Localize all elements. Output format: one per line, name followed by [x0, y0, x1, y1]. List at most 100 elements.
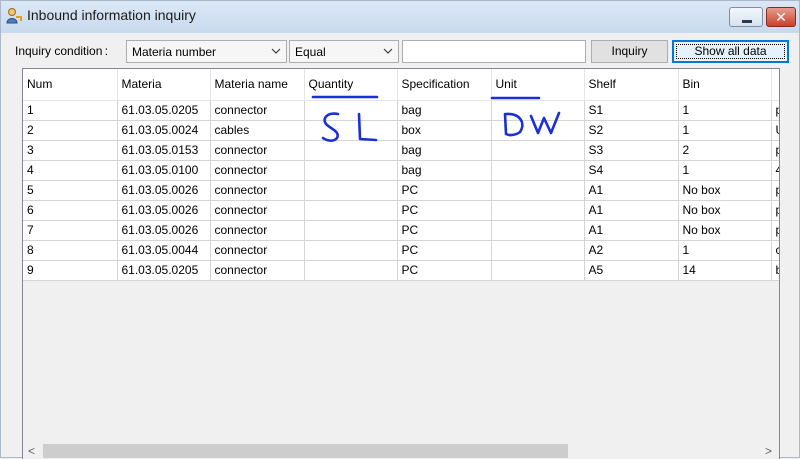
column-header-quantity[interactable]: Quantity — [304, 69, 398, 101]
table-row[interactable]: 661.03.05.0026connector PC A1No boxp — [23, 200, 779, 221]
table-cell[interactable] — [491, 100, 585, 121]
field-select[interactable]: Materia number — [126, 40, 287, 63]
table-cell[interactable]: bag — [397, 100, 492, 121]
table-cell[interactable]: S4 — [584, 160, 679, 181]
table-cell[interactable]: connector — [210, 260, 305, 281]
operator-select[interactable]: Equal — [289, 40, 399, 63]
table-cell[interactable]: connector — [210, 220, 305, 241]
column-header-materia[interactable]: Materia — [117, 69, 211, 101]
column-header-bin[interactable]: Bin — [678, 69, 772, 101]
table-cell[interactable] — [491, 180, 585, 201]
table-cell[interactable]: 1 — [678, 100, 772, 121]
arrow-left-icon[interactable]: < — [28, 445, 35, 457]
table-cell[interactable]: S2 — [584, 120, 679, 141]
table-cell[interactable] — [304, 160, 398, 181]
table-cell[interactable]: 7 — [23, 220, 118, 241]
column-header-overflow[interactable] — [771, 69, 779, 101]
table-cell[interactable]: 9 — [23, 260, 118, 281]
table-cell[interactable]: 61.03.05.0026 — [117, 180, 211, 201]
table-cell[interactable]: A2 — [584, 240, 679, 261]
table-cell[interactable]: cables — [210, 120, 305, 141]
table-cell[interactable]: 1 — [678, 120, 772, 141]
table-cell[interactable]: 4 — [23, 160, 118, 181]
table-cell[interactable]: 2 — [23, 120, 118, 141]
table-cell[interactable]: p — [771, 140, 779, 161]
table-cell[interactable]: 61.03.05.0153 — [117, 140, 211, 161]
table-cell[interactable]: 61.03.05.0026 — [117, 200, 211, 221]
column-header-materia-name[interactable]: Materia name — [210, 69, 305, 101]
table-cell[interactable]: No box — [678, 180, 772, 201]
table-cell[interactable]: 61.03.05.0026 — [117, 220, 211, 241]
table-cell[interactable]: connector — [210, 200, 305, 221]
table-cell[interactable]: 4 — [771, 160, 779, 181]
table-cell[interactable]: No box — [678, 220, 772, 241]
table-cell[interactable]: PC — [397, 180, 492, 201]
table-cell[interactable]: 14 — [678, 260, 772, 281]
table-cell[interactable] — [491, 140, 585, 161]
table-cell[interactable]: connector — [210, 240, 305, 261]
table-cell[interactable]: 8 — [23, 240, 118, 261]
table-cell[interactable]: connector — [210, 180, 305, 201]
table-cell[interactable]: S3 — [584, 140, 679, 161]
table-row[interactable]: 761.03.05.0026connector PC A1No boxp — [23, 220, 779, 241]
table-cell[interactable]: connector — [210, 140, 305, 161]
table-cell[interactable]: U — [771, 120, 779, 141]
table-cell[interactable]: p — [771, 180, 779, 201]
table-cell[interactable]: 61.03.05.0205 — [117, 260, 211, 281]
table-cell[interactable]: A1 — [584, 220, 679, 241]
table-row[interactable]: 961.03.05.0205connector PC A514b — [23, 260, 779, 281]
inbound-data-grid[interactable]: Num Materia Materia name Quantity Specif… — [22, 68, 780, 459]
minimize-button[interactable] — [729, 7, 763, 27]
table-cell[interactable]: p — [771, 220, 779, 241]
table-cell[interactable]: 61.03.05.0024 — [117, 120, 211, 141]
table-cell[interactable]: A5 — [584, 260, 679, 281]
table-row[interactable]: 261.03.05.0024cables box S21U — [23, 120, 779, 141]
close-button[interactable]: ✕ — [766, 7, 796, 27]
table-cell[interactable]: connector — [210, 100, 305, 121]
table-cell[interactable] — [491, 120, 585, 141]
table-cell[interactable]: b — [771, 260, 779, 281]
table-cell[interactable]: 2 — [678, 140, 772, 161]
table-row[interactable]: 861.03.05.0044connector PC A21c — [23, 240, 779, 261]
column-header-shelf[interactable]: Shelf — [584, 69, 679, 101]
table-cell[interactable]: 3 — [23, 140, 118, 161]
table-cell[interactable] — [304, 240, 398, 261]
table-cell[interactable]: 1 — [678, 160, 772, 181]
table-row[interactable]: 461.03.05.0100connectorbagS414 — [23, 160, 779, 181]
table-cell[interactable] — [491, 160, 585, 181]
table-cell[interactable]: 1 — [23, 100, 118, 121]
inquiry-button[interactable]: Inquiry — [591, 40, 668, 63]
table-cell[interactable]: c — [771, 240, 779, 261]
table-cell[interactable]: 1 — [678, 240, 772, 261]
table-cell[interactable]: bag — [397, 160, 492, 181]
table-cell[interactable]: PC — [397, 240, 492, 261]
table-cell[interactable]: A1 — [584, 200, 679, 221]
table-cell[interactable]: PC — [397, 220, 492, 241]
table-cell[interactable] — [304, 260, 398, 281]
table-cell[interactable] — [491, 240, 585, 261]
table-cell[interactable] — [304, 180, 398, 201]
scrollbar-thumb[interactable] — [43, 444, 568, 458]
table-cell[interactable]: No box — [678, 200, 772, 221]
table-cell[interactable]: p — [771, 200, 779, 221]
arrow-right-icon[interactable]: > — [765, 445, 772, 457]
table-cell[interactable]: box — [397, 120, 492, 141]
table-cell[interactable]: p — [771, 100, 779, 121]
table-cell[interactable] — [491, 200, 585, 221]
table-cell[interactable]: connector — [210, 160, 305, 181]
search-input[interactable] — [402, 40, 586, 63]
table-cell[interactable]: A1 — [584, 180, 679, 201]
show-all-data-button[interactable]: Show all data — [672, 40, 789, 63]
table-cell[interactable]: PC — [397, 200, 492, 221]
table-cell[interactable] — [304, 200, 398, 221]
table-cell[interactable]: S1 — [584, 100, 679, 121]
horizontal-scrollbar[interactable]: < > — [23, 443, 779, 459]
table-cell[interactable]: 5 — [23, 180, 118, 201]
table-cell[interactable]: bag — [397, 140, 492, 161]
table-cell[interactable] — [304, 120, 398, 141]
table-cell[interactable] — [304, 220, 398, 241]
table-cell[interactable] — [304, 140, 398, 161]
table-cell[interactable] — [304, 100, 398, 121]
column-header-num[interactable]: Num — [23, 69, 118, 101]
table-row[interactable]: 561.03.05.0026connector PC A1No boxp — [23, 180, 779, 201]
